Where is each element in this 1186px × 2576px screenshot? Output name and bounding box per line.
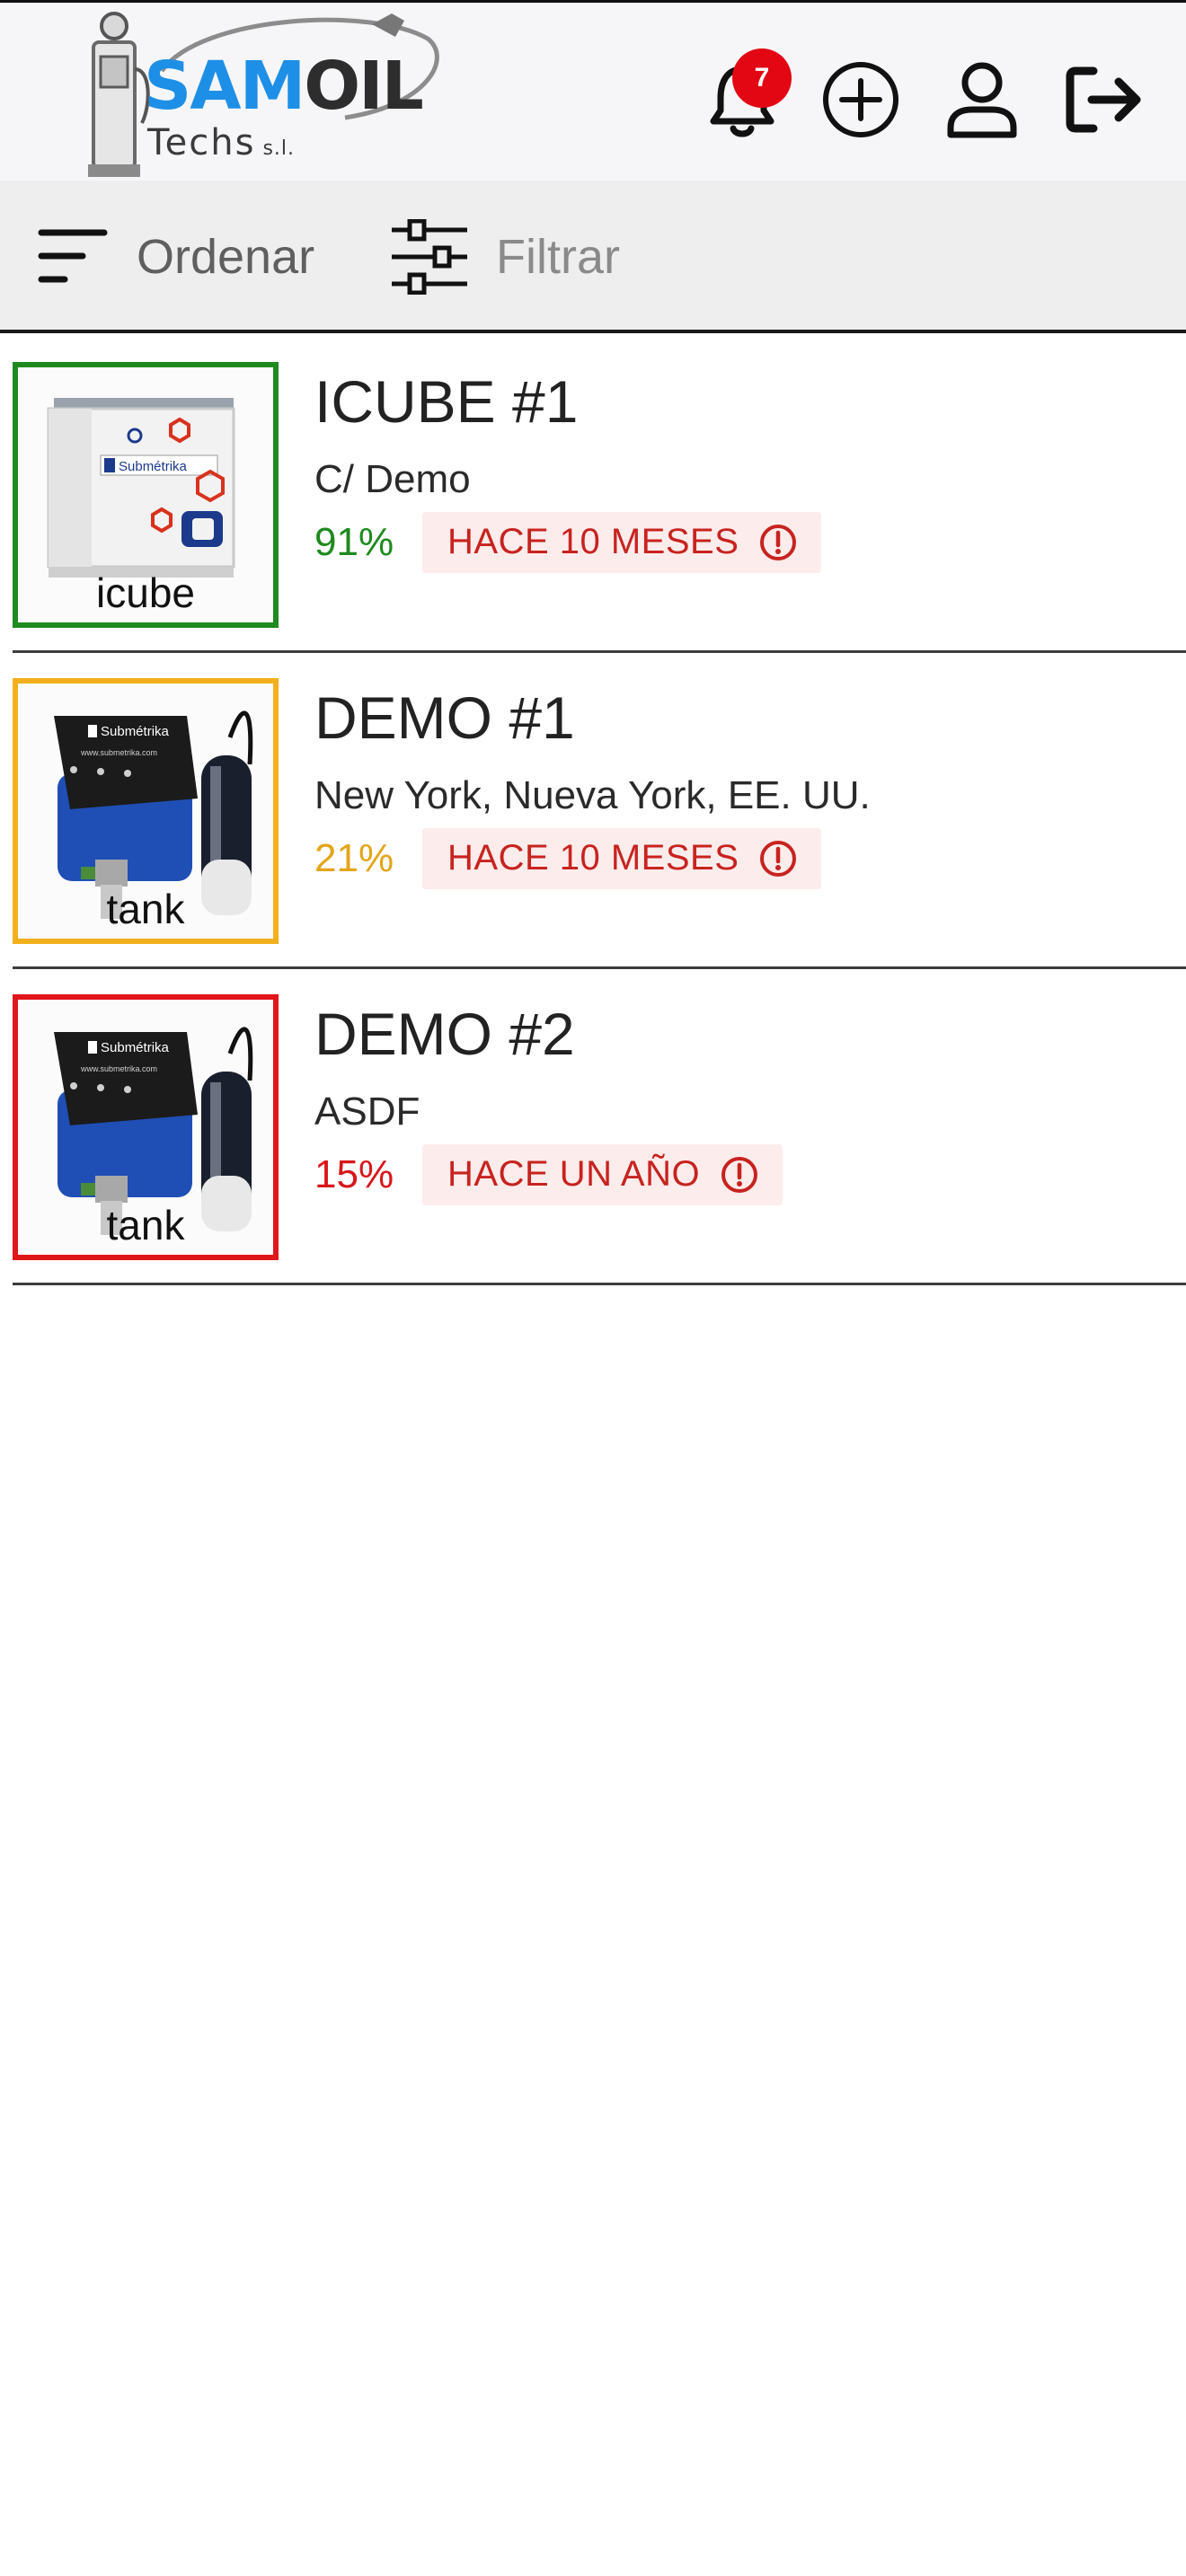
user-icon — [947, 62, 1017, 138]
tank-list-item[interactable]: Submétrika icube ICUBE #1 C/ Demo 91% HA… — [13, 337, 1186, 653]
add-circle-icon — [823, 62, 898, 137]
alert-circle-icon — [720, 1155, 759, 1195]
tank-list-item[interactable]: Submétrika www.submetrika.com tank DEMO … — [13, 969, 1186, 1285]
notification-count-badge: 7 — [732, 49, 792, 108]
sort-label: Ordenar — [137, 230, 315, 284]
tank-title: ICUBE #1 — [314, 368, 579, 435]
tank-status-row: 21% HACE 10 MESES — [314, 827, 1159, 889]
last-update-label: HACE UN AÑO — [447, 1154, 701, 1195]
logo-wordmark: SAMOIL — [144, 48, 424, 125]
filter-button[interactable]: Filtrar — [390, 216, 620, 297]
tank-thumbnail: Submétrika www.submetrika.com tank — [13, 994, 279, 1260]
svg-text:Submétrika: Submétrika — [101, 1040, 170, 1055]
tank-address: C/ Demo — [314, 456, 471, 501]
svg-text:www.submetrika.com: www.submetrika.com — [80, 1064, 157, 1073]
add-tank-button[interactable] — [818, 57, 904, 143]
filter-label: Filtrar — [496, 230, 620, 284]
tank-level: 21% — [314, 835, 394, 880]
alert-circle-icon — [758, 839, 798, 878]
tank-level: 15% — [314, 1151, 394, 1196]
sort-button[interactable]: Ordenar — [38, 216, 314, 297]
app-header: SAMOIL Techs s.l. 7 — [0, 3, 1186, 181]
last-update-chip: HACE UN AÑO — [422, 1143, 783, 1205]
tank-info: DEMO #1 New York, Nueva York, EE. UU. 21… — [314, 685, 1159, 889]
filter-sliders-icon — [392, 219, 467, 295]
svg-text:www.submetrika.com: www.submetrika.com — [80, 748, 157, 757]
logo-subtitle: Techs s.l. — [147, 122, 295, 163]
tank-image-caption: tank — [106, 1202, 185, 1248]
svg-text:Submétrika: Submétrika — [101, 724, 170, 739]
tank-status-row: 91% HACE 10 MESES — [314, 511, 1159, 573]
logout-button[interactable] — [1060, 57, 1146, 143]
last-update-chip: HACE 10 MESES — [422, 511, 822, 573]
tank-info: ICUBE #1 C/ Demo 91% HACE 10 MESES — [314, 369, 1159, 573]
alert-circle-icon — [758, 523, 798, 562]
list-toolbar: Ordenar Filtrar — [0, 181, 1186, 333]
last-update-label: HACE 10 MESES — [447, 838, 739, 878]
tank-level: 91% — [314, 519, 394, 564]
tank-status-row: 15% HACE UN AÑO — [314, 1143, 1159, 1205]
profile-button[interactable] — [939, 57, 1025, 143]
tank-list-item[interactable]: Submétrika www.submetrika.com tank DEMO … — [13, 653, 1186, 969]
tank-image-caption: icube — [96, 569, 195, 616]
tank-info: DEMO #2 ASDF 15% HACE UN AÑO — [314, 1001, 1159, 1205]
tank-address: New York, Nueva York, EE. UU. — [314, 772, 871, 817]
last-update-label: HACE 10 MESES — [447, 522, 739, 562]
tank-thumbnail: Submétrika icube — [13, 362, 279, 628]
last-update-chip: HACE 10 MESES — [422, 827, 822, 889]
sort-icon — [38, 229, 108, 283]
tank-title: DEMO #2 — [314, 1001, 575, 1067]
tank-address: ASDF — [314, 1089, 420, 1134]
tank-image-caption: tank — [106, 886, 185, 932]
svg-text:Submétrika: Submétrika — [119, 459, 188, 474]
tank-title: DEMO #1 — [314, 684, 575, 751]
samoil-logo: SAMOIL Techs s.l. — [75, 6, 444, 182]
logout-icon — [1066, 66, 1141, 133]
tank-thumbnail: Submétrika www.submetrika.com tank — [13, 678, 279, 944]
